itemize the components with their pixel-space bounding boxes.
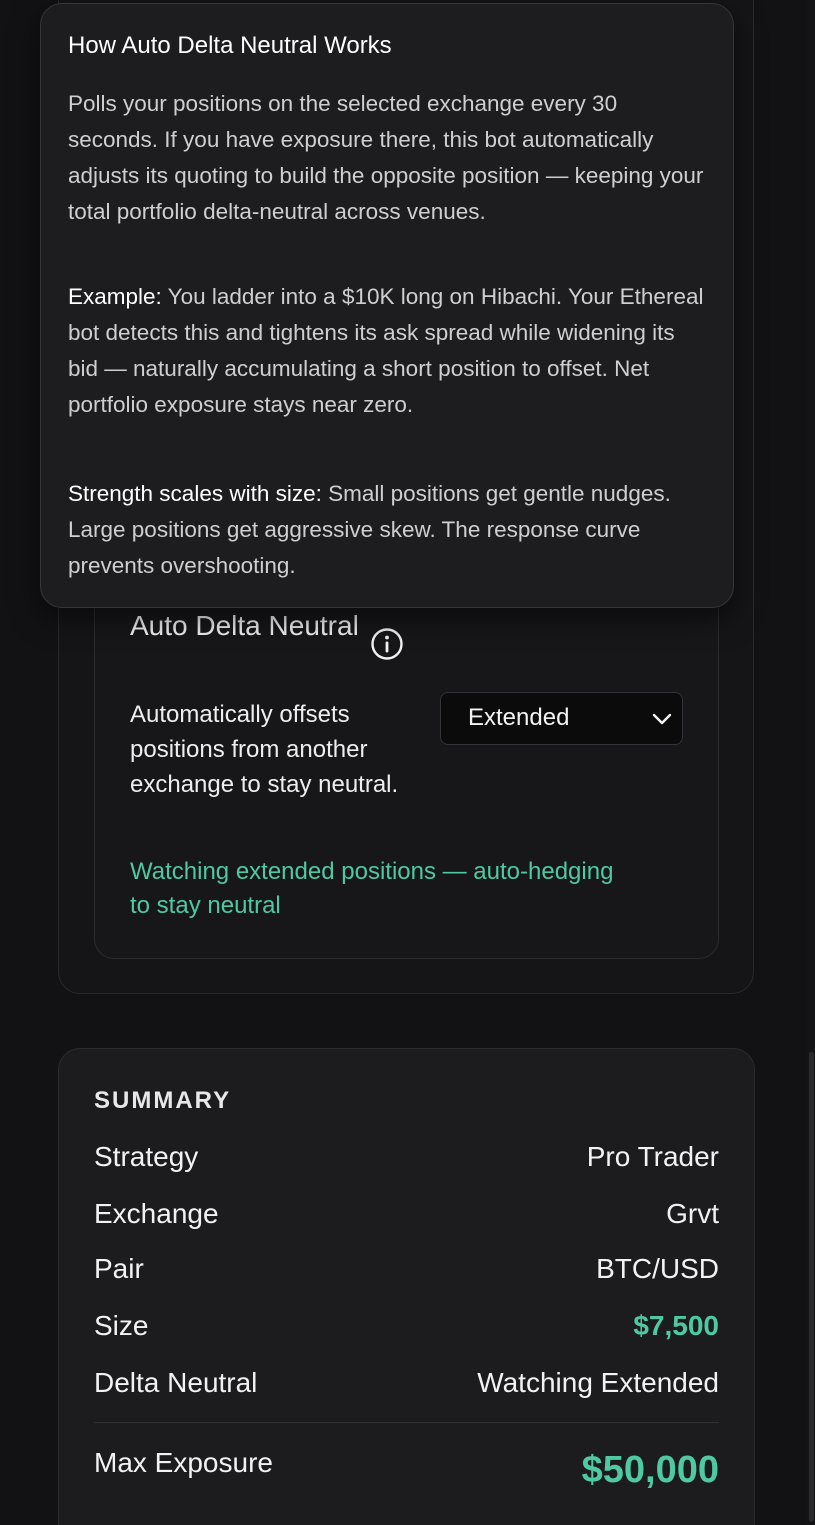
info-tooltip: How Auto Delta Neutral Works Polls your … bbox=[40, 3, 734, 608]
summary-value-delta-neutral: Watching Extended bbox=[477, 1367, 719, 1398]
scrollbar-thumb[interactable] bbox=[809, 1052, 814, 1522]
summary-label-exchange: Exchange bbox=[94, 1198, 219, 1229]
exchange-select-value: Extended bbox=[468, 704, 570, 731]
summary-label-pair: Pair bbox=[94, 1253, 144, 1284]
info-circle-icon[interactable] bbox=[370, 627, 404, 661]
tooltip-paragraph-strength: Strength scales with size: Small positio… bbox=[68, 476, 708, 584]
summary-label-delta-neutral: Delta Neutral bbox=[94, 1367, 258, 1398]
strength-label: Strength scales with size: bbox=[68, 481, 322, 506]
tooltip-paragraph-example: Example: You ladder into a $10K long on … bbox=[68, 279, 708, 423]
summary-heading: SUMMARY bbox=[94, 1087, 232, 1114]
summary-label-size: Size bbox=[94, 1310, 149, 1341]
summary-value-exchange: Grvt bbox=[666, 1198, 719, 1229]
status-text: Watching extended positions — auto-hedgi… bbox=[130, 858, 614, 919]
exchange-select[interactable]: Extended bbox=[440, 692, 683, 745]
summary-label-strategy: Strategy bbox=[94, 1141, 199, 1172]
tooltip-paragraph-polls: Polls your positions on the selected exc… bbox=[68, 91, 704, 224]
summary-divider bbox=[94, 1422, 719, 1423]
scrollbar-track[interactable] bbox=[807, 0, 815, 1525]
summary-value-strategy: Pro Trader bbox=[586, 1141, 719, 1172]
page: Auto Delta Neutral Automatically offsets… bbox=[0, 0, 815, 1525]
example-label: Example: bbox=[68, 284, 162, 309]
tooltip-title: How Auto Delta Neutral Works bbox=[68, 32, 392, 59]
example-text: You ladder into a $10K long on Hibachi. … bbox=[68, 284, 704, 417]
setting-description: Automatically offsets positions from ano… bbox=[130, 701, 399, 798]
summary-label-max-exposure: Max Exposure bbox=[94, 1447, 273, 1478]
summary-value-size: $7,500 bbox=[633, 1310, 719, 1341]
summary-value-max-exposure: $50,000 bbox=[581, 1449, 719, 1491]
chevron-down-icon bbox=[650, 707, 674, 731]
setting-title: Auto Delta Neutral bbox=[130, 610, 359, 641]
summary-value-pair: BTC/USD bbox=[596, 1253, 719, 1284]
